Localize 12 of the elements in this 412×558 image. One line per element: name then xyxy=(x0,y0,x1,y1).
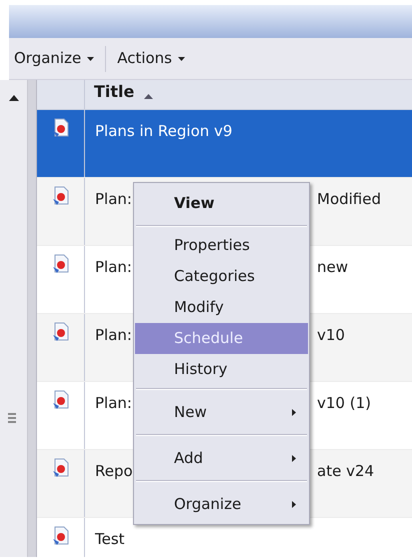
title-cell-text: ate v24 xyxy=(317,461,374,480)
title-cell-text: Test xyxy=(95,529,125,548)
title-cell-text: v10 (1) xyxy=(317,393,371,412)
title-cell-text: Plan: xyxy=(95,393,132,412)
title-cell-text: Plan: xyxy=(95,189,132,208)
title-cell-text: Plan: xyxy=(95,325,132,344)
title-cell-text: v10 xyxy=(317,325,345,344)
title-cell-text: Modified xyxy=(317,189,382,208)
title-cell-text: Plan: xyxy=(95,257,132,276)
title-cell-text: Plans in Region v9 xyxy=(95,121,232,140)
title-cell-text: Repo xyxy=(95,461,133,480)
title-cell-text: new xyxy=(317,257,348,276)
